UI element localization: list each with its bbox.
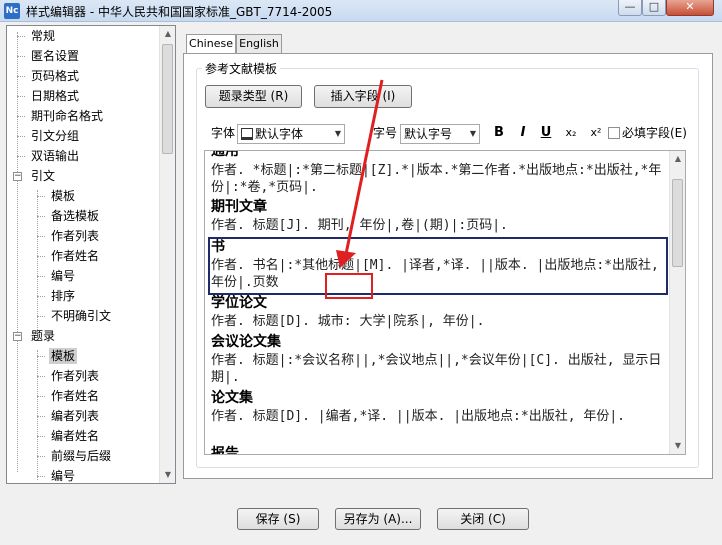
annotation-arrow-icon [336,79,384,268]
save-button[interactable]: 保存 (S) [237,508,319,530]
close-button[interactable]: 关闭 (C) [437,508,529,530]
save-as-button[interactable]: 另存为 (A)... [335,508,421,530]
